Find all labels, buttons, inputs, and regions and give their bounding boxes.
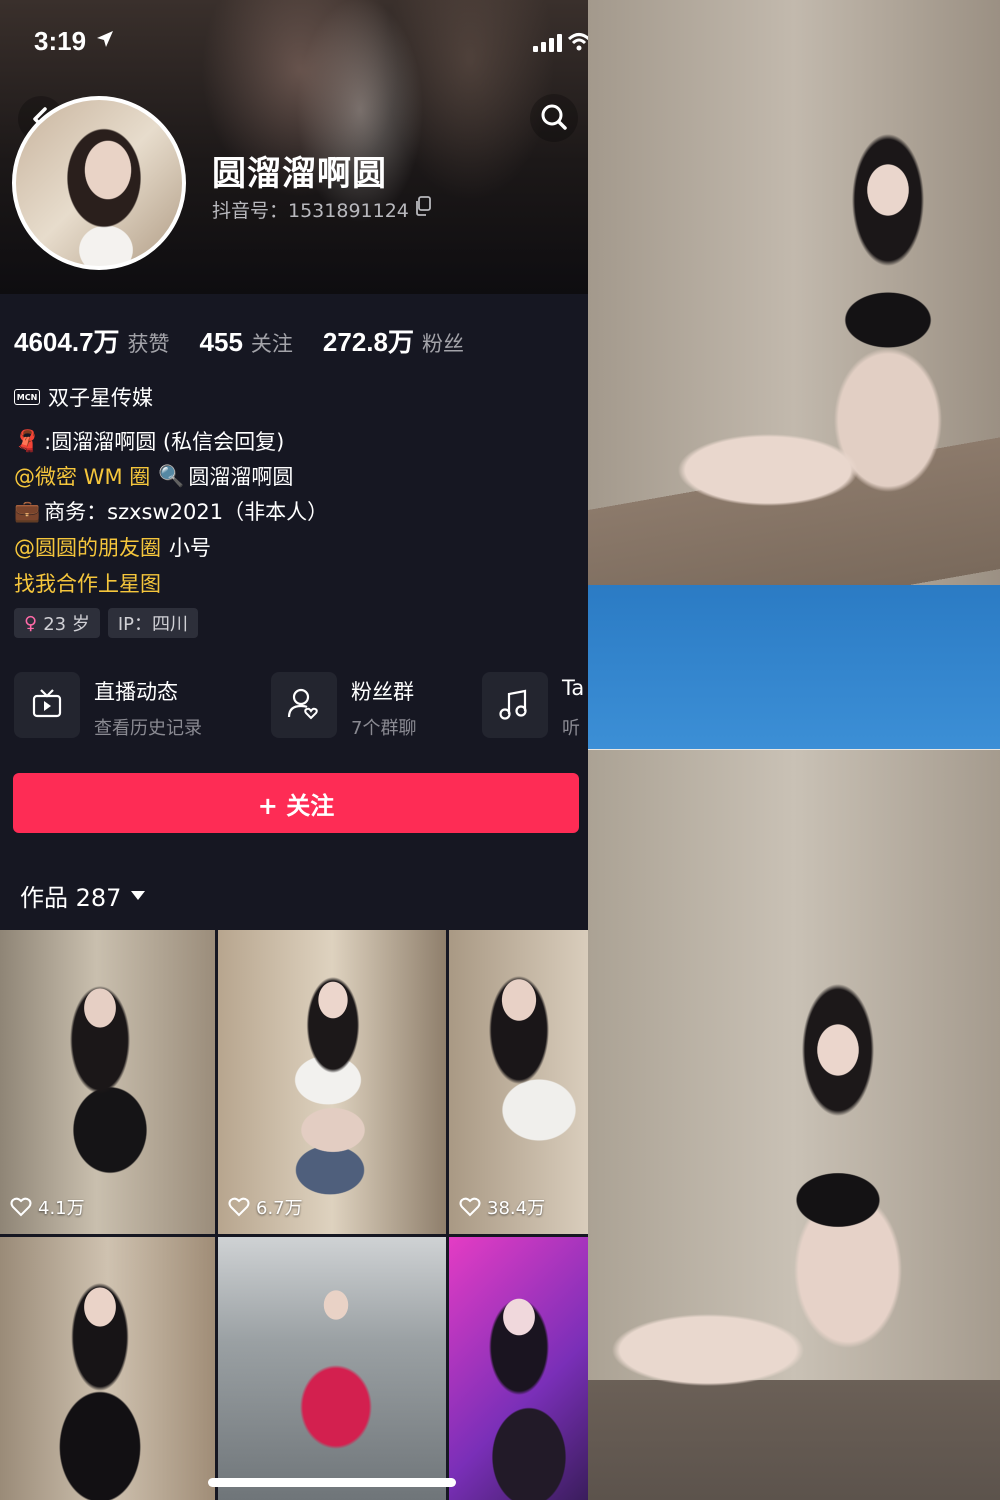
shortcut-live[interactable]: 直播动态 查看历史记录 (14, 672, 264, 740)
shortcut-music[interactable]: Ta 听 (482, 672, 588, 740)
stat-label: 关注 (250, 332, 293, 356)
ip-tag: IP：四川 (107, 608, 198, 638)
shortcut-subtitle: 听 (562, 718, 580, 739)
scarf-emoji: 🧣 (14, 428, 41, 453)
ip-text: IP：四川 (117, 614, 188, 635)
mention-link[interactable]: @圆圆的朋友圈 (14, 532, 161, 562)
profile-screen: 3:19 圆溜溜啊圆 抖音号：1531891124 4604.7万 获赞 455… (0, 0, 588, 1500)
stat-value: 272.8万 (322, 327, 414, 357)
video-thumbnail[interactable]: 6.7万 (218, 930, 446, 1234)
caret-down-icon (131, 891, 146, 900)
tv-icon (32, 689, 62, 718)
female-icon: ♀ (24, 612, 38, 634)
search-icon (541, 104, 567, 130)
mcn-row[interactable]: MCN 双子星传媒 (14, 382, 153, 412)
video-thumbnail[interactable] (0, 1237, 215, 1500)
age-text: 23 岁 (43, 614, 90, 635)
fan-group-icon (287, 688, 318, 720)
age-tag: ♀ 23 岁 (14, 608, 100, 638)
shortcut-subtitle: 7个群聊 (351, 718, 417, 739)
bio-text: :圆溜溜啊圆 (私信会回复) (44, 430, 285, 454)
profile-name: 圆溜溜啊圆 (212, 154, 387, 194)
avatar[interactable] (12, 96, 186, 270)
video-likes: 6.7万 (228, 1194, 303, 1220)
profile-tags: ♀ 23 岁 IP：四川 (14, 608, 206, 638)
shortcut-title: 直播动态 (94, 680, 178, 704)
stat-label: 粉丝 (422, 332, 464, 356)
shortcut-title: Ta (562, 676, 585, 700)
location-arrow-icon (97, 31, 113, 47)
wifi-icon (568, 33, 588, 51)
video-likes: 38.4万 (459, 1194, 545, 1220)
heart-icon (228, 1197, 250, 1217)
shortcut-icon-box (14, 672, 80, 738)
mcn-badge: MCN (14, 389, 40, 405)
bio-text: 商务：szxsw2021（非本人） (44, 500, 329, 524)
douyin-id: 抖音号：1531891124 (212, 200, 409, 222)
video-likes: 4.1万 (10, 1194, 85, 1220)
video-grid: 4.1万 6.7万 38.4万 (0, 930, 588, 1500)
bio-text: 圆溜溜啊圆 (188, 465, 294, 489)
profile-stats: 4604.7万 获赞 455 关注 272.8万 粉丝 (14, 322, 494, 357)
bio-line: @圆圆的朋友圈 小号 (14, 532, 211, 562)
shortcut-fan-group[interactable]: 粉丝群 7个群聊 (271, 672, 471, 740)
tab-works[interactable]: 作品 287 (20, 878, 146, 913)
likes-count: 38.4万 (487, 1198, 546, 1219)
mcn-name: 双子星传媒 (48, 386, 153, 410)
follow-button[interactable]: + 关注 (13, 773, 579, 833)
poolside-photo-bottom (588, 750, 1000, 1500)
status-time: 3:19 (34, 26, 87, 56)
bio-line: 💼 商务：szxsw2021（非本人） (14, 496, 328, 526)
stat-value: 455 (199, 327, 243, 357)
likes-count: 4.1万 (38, 1198, 85, 1219)
stat-value: 4604.7万 (14, 327, 120, 357)
mention-link[interactable]: @微密 WM 圈 (14, 461, 150, 491)
video-thumbnail[interactable] (449, 1237, 588, 1500)
heart-icon (459, 1197, 481, 1217)
shortcut-icon-box (482, 672, 548, 738)
bio-line: @微密 WM 圈 🔍 圆溜溜啊圆 (14, 461, 293, 491)
likes-count: 6.7万 (256, 1198, 303, 1219)
poolside-photo-top (588, 0, 1000, 750)
magnifier-emoji: 🔍 (158, 463, 185, 488)
status-bar: 3:19 (0, 0, 588, 84)
search-button[interactable] (530, 94, 578, 142)
video-thumbnail[interactable]: 38.4万 (449, 930, 588, 1234)
stat-following[interactable]: 455 关注 (200, 327, 293, 358)
briefcase-emoji: 💼 (14, 498, 41, 523)
star-map-link[interactable]: 找我合作上星图 (14, 568, 161, 598)
home-indicator (208, 1478, 456, 1487)
shortcut-title: 粉丝群 (351, 680, 414, 704)
signal-icon (533, 34, 562, 52)
heart-icon (10, 1197, 32, 1217)
shortcut-subtitle: 查看历史记录 (94, 718, 202, 739)
bio-line: 找我合作上星图 (14, 568, 161, 598)
copy-icon[interactable] (414, 196, 432, 216)
shortcut-icon-box (271, 672, 337, 738)
stat-label: 获赞 (127, 332, 170, 356)
shortcut-row: 直播动态 查看历史记录 粉丝群 7个群聊 Ta 听 (14, 672, 588, 740)
bio-line: 🧣 :圆溜溜啊圆 (私信会回复) (14, 426, 284, 456)
video-thumbnail[interactable] (218, 1237, 446, 1500)
music-note-icon (499, 689, 527, 720)
bio-text: 小号 (169, 536, 211, 560)
video-thumbnail[interactable]: 4.1万 (0, 930, 215, 1234)
stat-likes[interactable]: 4604.7万 获赞 (14, 322, 170, 359)
works-tab-label: 作品 287 (20, 884, 122, 912)
stat-followers[interactable]: 272.8万 粉丝 (323, 322, 464, 359)
